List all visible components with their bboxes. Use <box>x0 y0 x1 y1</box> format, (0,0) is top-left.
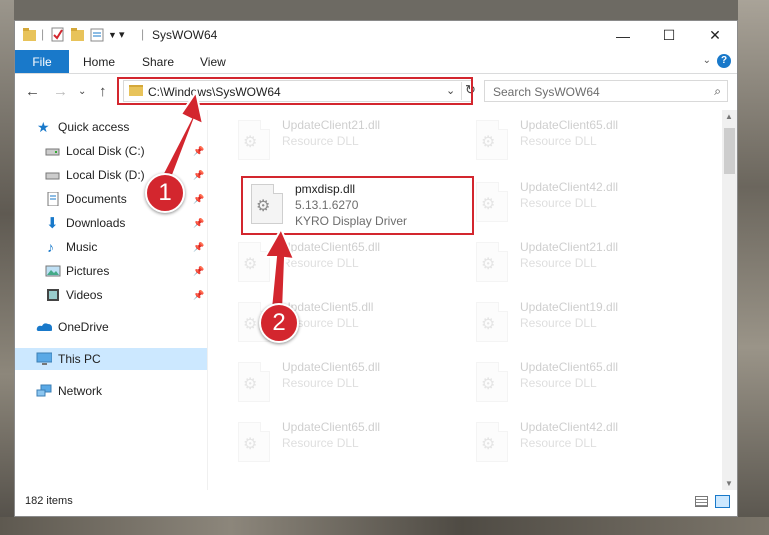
arrow-to-file <box>263 226 296 313</box>
step-1-badge: 1 <box>145 173 185 213</box>
annotation-arrows <box>156 89 296 313</box>
step-2-badge: 2 <box>259 303 299 343</box>
